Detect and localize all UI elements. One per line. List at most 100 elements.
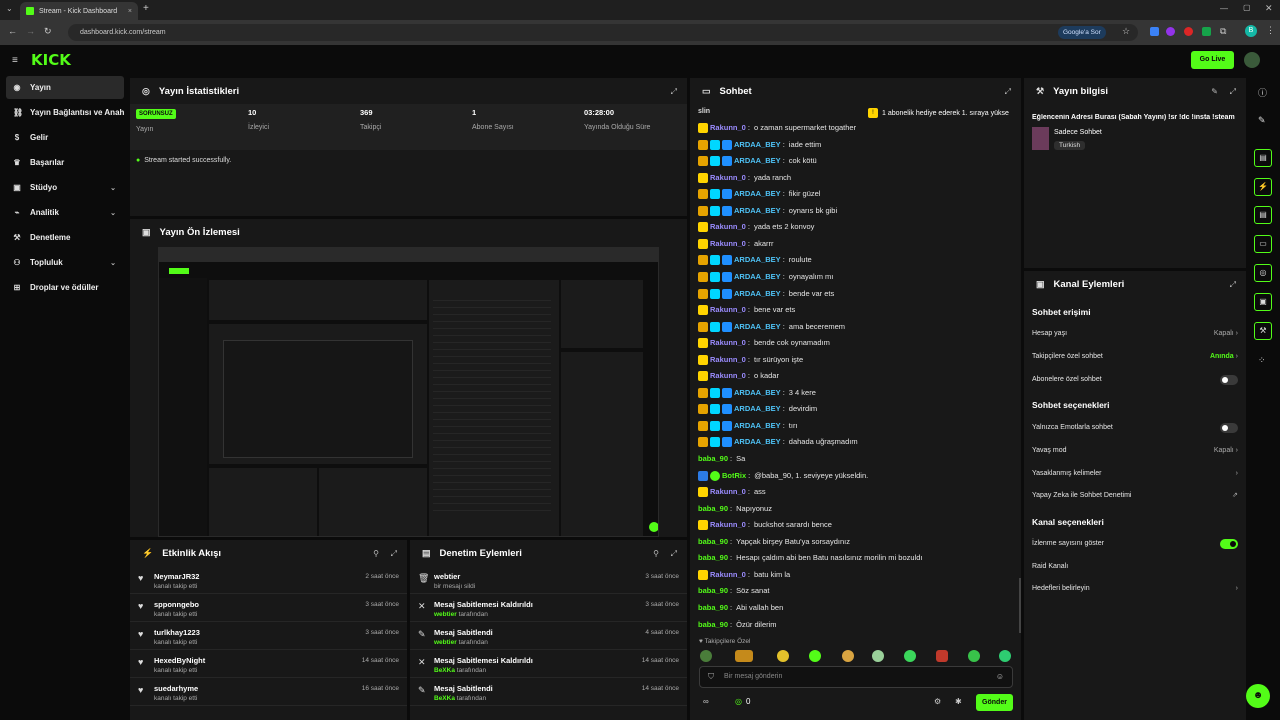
show-viewers-toggle[interactable] — [1220, 539, 1238, 549]
chat-username[interactable]: Rakunn_0 — [710, 303, 746, 317]
category-name[interactable]: Sadece Sohbet — [1054, 129, 1102, 136]
settings-gear-icon[interactable]: ⚙ — [934, 697, 941, 706]
emote[interactable] — [777, 650, 789, 662]
ai-moderation-row[interactable]: Yapay Zeka ile Sohbet Denetimi ⇗ — [1032, 489, 1238, 503]
sidebar-item-studio[interactable]: ▣ Stüdyo ⌄ — [6, 176, 124, 199]
subs-chat-toggle[interactable] — [1220, 375, 1238, 385]
emote[interactable] — [735, 650, 753, 662]
moderation-actor[interactable]: BeXKa — [434, 667, 455, 674]
edit-icon[interactable]: ✎ — [1211, 87, 1218, 96]
slow-mode-row[interactable]: Yavaş mod Kapalı › — [1032, 444, 1238, 458]
browser-tab[interactable]: Stream - Kick Dashboard × — [20, 2, 138, 20]
emote[interactable] — [968, 650, 980, 662]
chat-username[interactable]: Rakunn_0 — [710, 237, 746, 251]
rail-lightning-icon[interactable]: ⚡ — [1254, 178, 1272, 196]
chat-username[interactable]: ARDAA_BEY — [734, 386, 781, 400]
chat-username[interactable]: Rakunn_0 — [710, 220, 746, 234]
activity-user[interactable]: suedarhyme — [154, 684, 198, 693]
kick-logo[interactable]: KICK — [31, 53, 71, 68]
url-field[interactable]: dashboard.kick.com/stream — [68, 24, 1138, 41]
emote-only-toggle[interactable] — [1220, 423, 1238, 433]
tab-search-icon[interactable]: ⌄ — [6, 4, 13, 13]
maximize-icon[interactable]: ▢ — [1243, 3, 1251, 12]
chat-username[interactable]: ARDAA_BEY — [734, 435, 781, 449]
minimize-icon[interactable]: — — [1220, 4, 1228, 13]
emote[interactable] — [809, 650, 821, 662]
followers-chat-row[interactable]: Takipçilere özel sohbet Anında › — [1032, 350, 1238, 364]
chat-username[interactable]: Rakunn_0 — [710, 485, 746, 499]
emote[interactable] — [842, 650, 854, 662]
new-tab-icon[interactable]: + — [143, 3, 149, 14]
extension-icon[interactable] — [1184, 27, 1193, 36]
activity-user[interactable]: NeymarJR32 — [154, 572, 199, 581]
browser-menu-icon[interactable]: ⋮ — [1266, 25, 1275, 36]
expand-icon[interactable]: ⤢ — [1005, 87, 1011, 97]
filter-icon[interactable]: ⚲ — [653, 549, 659, 558]
rail-more-icon[interactable]: ⁘ — [1258, 355, 1266, 366]
chat-username[interactable]: ARDAA_BEY — [734, 138, 781, 152]
go-live-button[interactable]: Go Live — [1191, 51, 1234, 69]
targets-row[interactable]: Hedefleri belirleyin › — [1032, 582, 1238, 596]
extensions-puzzle-icon[interactable]: ⧉ — [1220, 26, 1226, 37]
chat-tools-icon[interactable]: ✱ — [955, 697, 962, 706]
rail-document-icon[interactable]: ▤ — [1254, 206, 1272, 224]
emote[interactable] — [936, 650, 948, 662]
emote[interactable] — [700, 650, 712, 662]
emote[interactable] — [999, 650, 1011, 662]
extension-icon[interactable] — [1150, 27, 1159, 36]
hamburger-menu-icon[interactable]: ≡ — [12, 55, 18, 66]
chat-username[interactable]: ARDAA_BEY — [734, 402, 781, 416]
sidebar-item-achievements[interactable]: ♛ Başarılar — [6, 151, 124, 174]
reload-icon[interactable]: ↻ — [44, 26, 52, 37]
chat-username[interactable]: BotRix — [722, 469, 746, 483]
chat-username[interactable]: baba_90 — [698, 584, 728, 598]
activity-user[interactable]: turlkhay1223 — [154, 628, 200, 637]
user-avatar[interactable] — [1244, 52, 1260, 68]
sidebar-item-community[interactable]: ⚇ Topluluk ⌄ — [6, 251, 124, 274]
emote[interactable] — [872, 650, 884, 662]
gift-sub-icon[interactable]: ∞ — [703, 697, 709, 706]
activity-user[interactable]: spponngebo — [154, 600, 199, 609]
rail-stream-icon[interactable]: ◎ — [1254, 264, 1272, 282]
chat-username[interactable]: ARDAA_BEY — [734, 419, 781, 433]
chat-username[interactable]: Rakunn_0 — [710, 353, 746, 367]
chat-scrollbar[interactable] — [1019, 578, 1021, 633]
info-icon[interactable]: ⓘ — [1258, 86, 1267, 99]
chat-username[interactable]: ARDAA_BEY — [734, 320, 781, 334]
activity-user[interactable]: HexedByNight — [154, 656, 205, 665]
close-window-icon[interactable]: ✕ — [1265, 3, 1273, 14]
expand-icon[interactable]: ⤢ — [391, 549, 397, 559]
chat-username[interactable]: ARDAA_BEY — [734, 270, 781, 284]
expand-icon[interactable]: ⤢ — [671, 549, 677, 559]
sidebar-item-moderation[interactable]: ⚒ Denetleme — [6, 226, 124, 249]
edit-icon[interactable]: ✎ — [1258, 115, 1266, 126]
chat-username[interactable]: baba_90 — [698, 551, 728, 565]
moderation-actor[interactable]: webtier — [434, 611, 457, 618]
chat-username[interactable]: ARDAA_BEY — [734, 187, 781, 201]
forward-icon[interactable]: → — [26, 26, 35, 36]
rail-stats-icon[interactable]: ▤ — [1254, 149, 1272, 167]
sidebar-item-stream-key[interactable]: ⛓ Yayın Bağlantısı ve Anahtar — [6, 101, 124, 124]
sidebar-item-analytics[interactable]: ⌁ Analitik ⌄ — [6, 201, 124, 224]
expand-icon[interactable]: ⤢ — [1230, 280, 1236, 290]
preview-video[interactable] — [158, 247, 659, 537]
rail-chat-icon[interactable]: ▭ — [1254, 235, 1272, 253]
banned-words-row[interactable]: Yasaklanmış kelimeler › — [1032, 467, 1238, 481]
send-button[interactable]: Gönder — [976, 694, 1013, 711]
language-tag[interactable]: Turkish — [1054, 141, 1086, 150]
chat-username[interactable]: ARDAA_BEY — [734, 154, 781, 168]
chat-username[interactable]: Rakunn_0 — [710, 336, 746, 350]
rail-channel-icon[interactable]: ▣ — [1254, 293, 1272, 311]
chat-username[interactable]: baba_90 — [698, 452, 728, 466]
chat-username[interactable]: ARDAA_BEY — [734, 253, 781, 267]
moderation-actor[interactable]: webtier — [434, 639, 457, 646]
moderation-actor[interactable]: BeXKa — [434, 695, 455, 702]
sidebar-item-revenue[interactable]: $ Gelir — [6, 126, 124, 149]
emoji-icon[interactable]: ☺ — [996, 672, 1004, 681]
points-counter[interactable]: ◎ 0 — [735, 697, 750, 706]
gift-banner[interactable]: ! 1 abonelik hediye ederek 1. sıraya yüks… — [868, 107, 1016, 119]
close-tab-icon[interactable]: × — [128, 8, 132, 15]
account-age-row[interactable]: Hesap yaşı Kapalı › — [1032, 327, 1238, 341]
sidebar-item-drops[interactable]: ⊞ Droplar ve ödüller — [6, 276, 124, 299]
chat-username[interactable]: Rakunn_0 — [710, 121, 746, 135]
